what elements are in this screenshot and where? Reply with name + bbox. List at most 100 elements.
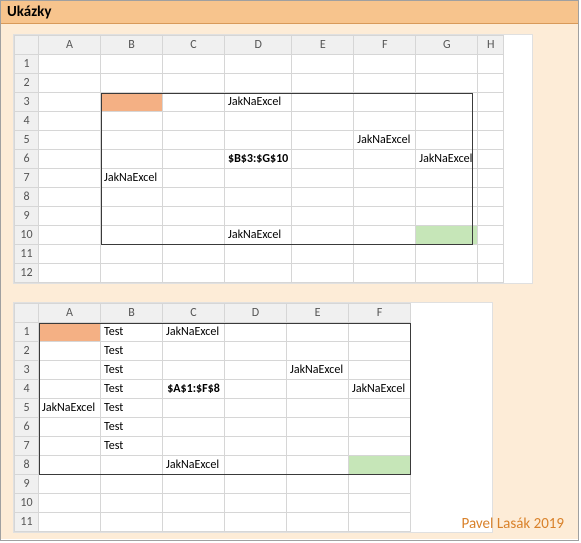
cell[interactable]	[354, 169, 416, 188]
col-header-C[interactable]: C	[163, 36, 225, 55]
cell[interactable]	[478, 226, 504, 245]
cell[interactable]	[354, 55, 416, 74]
cell[interactable]	[163, 361, 225, 380]
cell[interactable]	[225, 188, 292, 207]
row-header[interactable]: 5	[15, 399, 39, 418]
cell[interactable]	[39, 226, 101, 245]
cell[interactable]	[478, 131, 504, 150]
cell[interactable]	[416, 245, 478, 264]
cell-C1[interactable]: JakNaExcel	[163, 323, 225, 342]
cell-B6[interactable]: Test	[101, 418, 163, 437]
cell[interactable]	[349, 475, 411, 494]
cell[interactable]	[163, 475, 225, 494]
cell[interactable]	[349, 494, 411, 513]
cell[interactable]	[478, 150, 504, 169]
row-header[interactable]: 2	[15, 342, 39, 361]
cell[interactable]	[101, 494, 163, 513]
col-header-E[interactable]: E	[287, 304, 349, 323]
cell[interactable]	[39, 456, 101, 475]
cell[interactable]	[163, 150, 225, 169]
cell[interactable]	[101, 245, 163, 264]
grid-1[interactable]: A B C D E F G H 1 2 3JakNaExcel 4 5JakNa…	[14, 35, 504, 283]
cell[interactable]	[225, 112, 292, 131]
cell[interactable]	[354, 93, 416, 112]
cell[interactable]	[163, 494, 225, 513]
cell[interactable]	[225, 361, 287, 380]
cell[interactable]	[225, 494, 287, 513]
cell[interactable]	[287, 513, 349, 532]
cell[interactable]	[349, 513, 411, 532]
cell[interactable]	[416, 93, 478, 112]
row-header[interactable]: 3	[15, 361, 39, 380]
cell[interactable]	[163, 55, 225, 74]
cell[interactable]	[416, 264, 478, 283]
cell[interactable]	[354, 188, 416, 207]
cell[interactable]	[39, 74, 101, 93]
cell[interactable]	[349, 418, 411, 437]
cell[interactable]	[39, 418, 101, 437]
col-header-F[interactable]: F	[349, 304, 411, 323]
corner-cell[interactable]	[15, 36, 39, 55]
cell-E3[interactable]: JakNaExcel	[287, 361, 349, 380]
row-header[interactable]: 5	[15, 131, 39, 150]
cell[interactable]	[287, 437, 349, 456]
cell[interactable]	[101, 226, 163, 245]
cell[interactable]	[39, 361, 101, 380]
cell[interactable]	[478, 188, 504, 207]
cell[interactable]	[349, 342, 411, 361]
cell[interactable]	[292, 264, 354, 283]
cell[interactable]	[225, 399, 287, 418]
cell[interactable]	[349, 399, 411, 418]
col-header-A[interactable]: A	[39, 36, 101, 55]
col-header-D[interactable]: D	[225, 36, 292, 55]
cell[interactable]	[292, 131, 354, 150]
cell[interactable]	[478, 74, 504, 93]
row-header[interactable]: 10	[15, 494, 39, 513]
row-header[interactable]: 11	[15, 513, 39, 532]
cell-range-label[interactable]: $B$3:$G$10	[225, 150, 292, 169]
cell[interactable]	[163, 169, 225, 188]
cell[interactable]	[292, 188, 354, 207]
cell[interactable]	[349, 437, 411, 456]
cell[interactable]	[39, 475, 101, 494]
row-header[interactable]: 12	[15, 264, 39, 283]
cell[interactable]	[416, 188, 478, 207]
cell[interactable]	[163, 342, 225, 361]
cell[interactable]	[416, 74, 478, 93]
row-header[interactable]: 1	[15, 323, 39, 342]
col-header-B[interactable]: B	[101, 304, 163, 323]
cell[interactable]	[354, 207, 416, 226]
row-header[interactable]: 6	[15, 418, 39, 437]
cell[interactable]	[39, 112, 101, 131]
cell[interactable]	[225, 418, 287, 437]
cell-F4[interactable]: JakNaExcel	[349, 380, 411, 399]
cell[interactable]	[478, 93, 504, 112]
cell[interactable]	[225, 437, 287, 456]
row-header[interactable]: 7	[15, 437, 39, 456]
cell[interactable]	[101, 74, 163, 93]
cell-F5[interactable]: JakNaExcel	[354, 131, 416, 150]
row-header[interactable]: 9	[15, 207, 39, 226]
cell[interactable]	[39, 207, 101, 226]
cell[interactable]	[292, 74, 354, 93]
cell-B7[interactable]: Test	[101, 437, 163, 456]
cell[interactable]	[225, 456, 287, 475]
row-header[interactable]: 8	[15, 188, 39, 207]
cell[interactable]	[163, 207, 225, 226]
cell[interactable]	[101, 131, 163, 150]
cell[interactable]	[39, 245, 101, 264]
cell[interactable]	[292, 169, 354, 188]
cell[interactable]	[349, 361, 411, 380]
cell[interactable]	[287, 380, 349, 399]
cell[interactable]	[101, 55, 163, 74]
cell[interactable]	[163, 418, 225, 437]
cell[interactable]	[39, 93, 101, 112]
row-header[interactable]: 11	[15, 245, 39, 264]
row-header[interactable]: 1	[15, 55, 39, 74]
cell-B7[interactable]: JakNaExcel	[101, 169, 163, 188]
col-header-A[interactable]: A	[39, 304, 101, 323]
cell[interactable]	[292, 150, 354, 169]
cell-A1[interactable]	[39, 323, 101, 342]
cell[interactable]	[292, 207, 354, 226]
cell[interactable]	[101, 456, 163, 475]
